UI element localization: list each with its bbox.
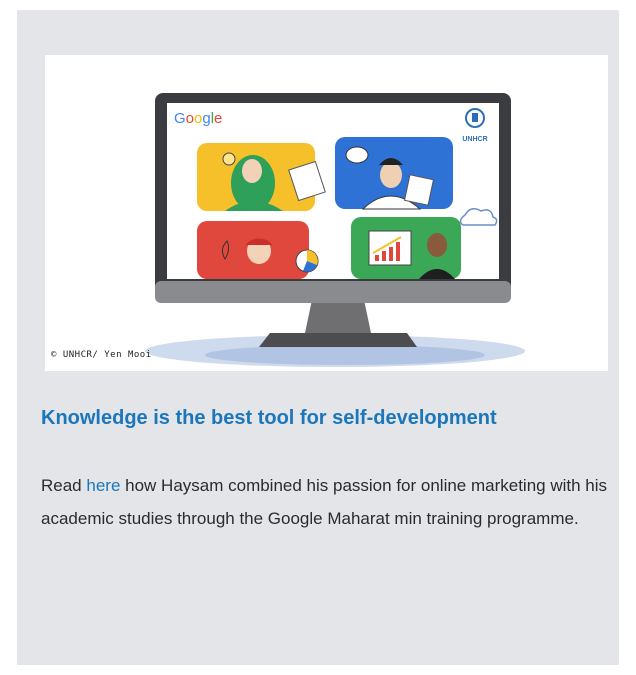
body-text-before-link: Read: [41, 476, 87, 495]
monitor-chin: [155, 281, 511, 303]
notepad-icon: [403, 174, 435, 206]
article-title: Knowledge is the best tool for self-deve…: [41, 407, 497, 429]
google-logo: Google: [174, 110, 222, 127]
article-card: Google UNHCR © UNHCR/ Yen Mooi Knowledge…: [17, 10, 619, 665]
body-text-after-link: how Haysam combined his passion for onli…: [41, 476, 608, 528]
read-here-link[interactable]: here: [86, 476, 120, 495]
speech-bubble-icon: [345, 146, 369, 164]
article-illustration: Google UNHCR © UNHCR/ Yen Mooi: [45, 55, 608, 371]
svg-text:UNHCR: UNHCR: [462, 136, 487, 143]
article-body: Read here how Haysam combined his passio…: [41, 469, 611, 535]
monitor-illustration: Google UNHCR: [145, 93, 525, 367]
image-credit: © UNHCR/ Yen Mooi: [51, 350, 152, 360]
monitor-base: [259, 333, 417, 347]
